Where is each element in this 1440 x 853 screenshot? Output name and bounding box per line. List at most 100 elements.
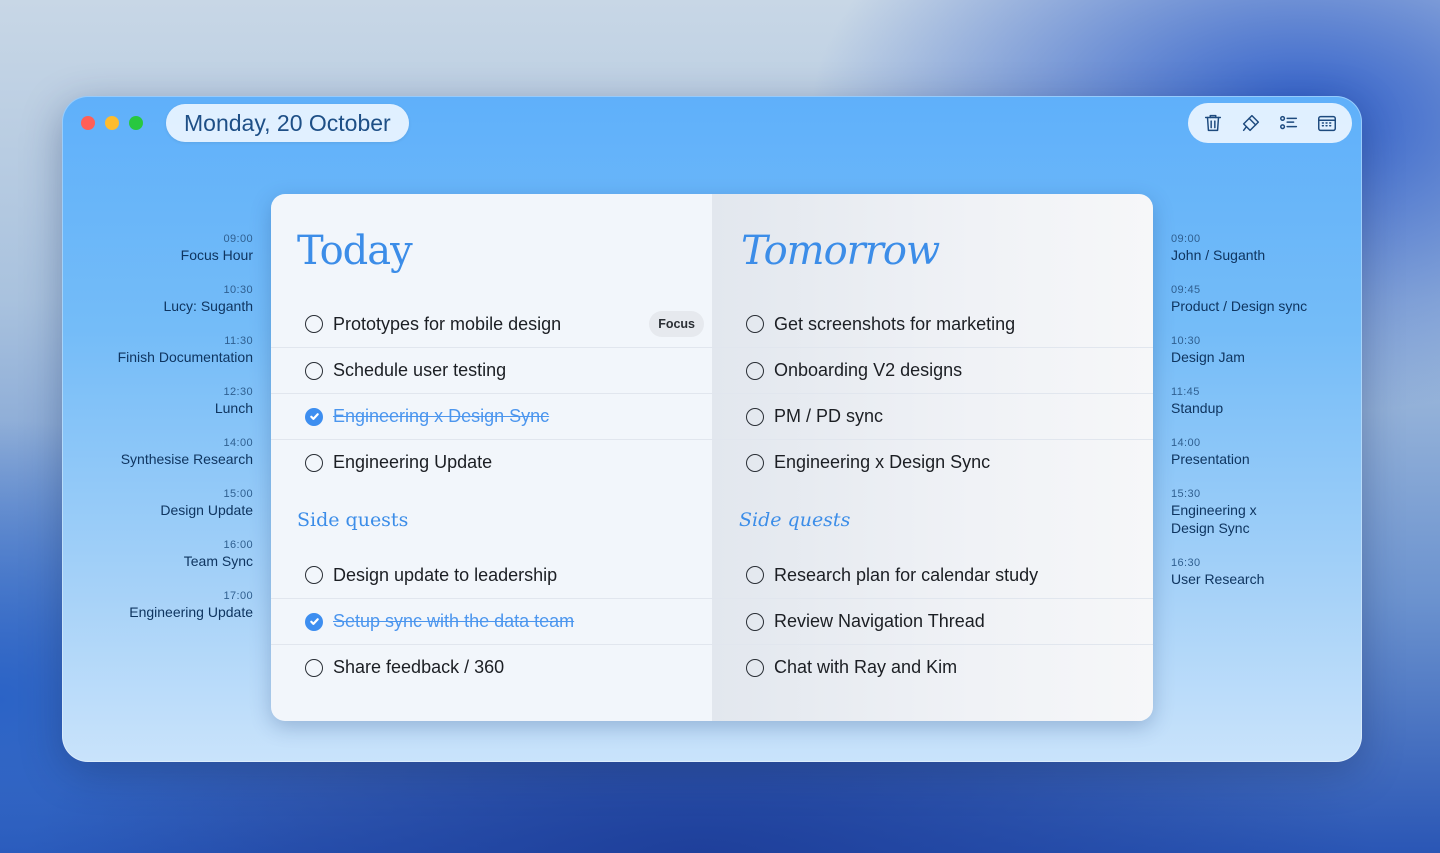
task-item[interactable]: Prototypes for mobile design Focus <box>271 301 712 347</box>
task-label: Chat with Ray and Kim <box>774 657 958 677</box>
task-item[interactable]: Engineering Update <box>271 439 712 485</box>
trash-button[interactable] <box>1199 109 1227 137</box>
schedule-name: Presentation <box>1171 451 1250 467</box>
schedule-name: Design Update <box>160 502 253 518</box>
task-item[interactable]: Setup sync with the data team <box>271 598 712 644</box>
task-label: Setup sync with the data team <box>333 611 575 631</box>
schedule-name: Product / Design sync <box>1171 298 1308 314</box>
schedule-item[interactable]: 12:30 Lunch <box>62 385 253 417</box>
task-item[interactable]: PM / PD sync <box>712 393 1153 439</box>
schedule-name-line2: Design Sync <box>1171 520 1250 536</box>
checkbox[interactable] <box>746 315 764 333</box>
today-task-list: Prototypes for mobile design Focus Sched… <box>271 301 712 485</box>
today-side-quests-heading: Side quests <box>297 509 409 531</box>
schedule-time: 14:00 <box>1171 437 1201 449</box>
task-item[interactable]: Schedule user testing <box>271 347 712 393</box>
task-item[interactable]: Research plan for calendar study <box>712 552 1153 598</box>
checkbox-checked[interactable] <box>305 407 323 426</box>
schedule-item[interactable]: 10:30 Design Jam <box>1171 334 1351 366</box>
task-label: Prototypes for mobile design <box>333 313 562 334</box>
task-item[interactable]: Engineering x Design Sync <box>271 393 712 439</box>
schedule-time: 09:00 <box>223 233 253 245</box>
schedule-name: Standup <box>1171 400 1224 416</box>
checkbox[interactable] <box>305 361 323 380</box>
schedule-name: User Research <box>1171 571 1265 587</box>
task-item[interactable]: Review Navigation Thread <box>712 598 1153 644</box>
window-controls <box>81 116 143 130</box>
schedule-item[interactable]: 17:00 Engineering Update <box>62 589 253 621</box>
task-label: Schedule user testing <box>333 360 507 380</box>
schedule-time: 09:45 <box>1171 284 1201 296</box>
calendar-icon <box>1318 115 1336 132</box>
tomorrow-task-list: Get screenshots for marketing Onboarding… <box>712 301 1153 485</box>
schedule-time: 10:30 <box>1171 335 1201 347</box>
schedule-time: 11:30 <box>224 335 253 347</box>
schedule-item[interactable]: 15:00 Design Update <box>62 487 253 519</box>
task-item[interactable]: Share feedback / 360 <box>271 644 712 690</box>
checkbox[interactable] <box>746 407 764 426</box>
minimize-button[interactable] <box>105 116 119 130</box>
task-label: Review Navigation Thread <box>774 611 985 631</box>
schedule-item[interactable]: 10:30 Lucy: Suganth <box>62 283 253 315</box>
checkbox[interactable] <box>746 658 764 677</box>
task-label: Research plan for calendar study <box>774 564 1039 585</box>
app-window: Monday, 20 October 09:00 Focus Hour 10:3… <box>62 96 1362 762</box>
schedule-item[interactable]: 09:45 Product / Design sync <box>1171 283 1351 315</box>
task-label: Engineering x Design Sync <box>333 406 550 426</box>
checkbox[interactable] <box>746 453 764 472</box>
schedule-item[interactable]: 14:00 Presentation <box>1171 436 1351 468</box>
toolbar <box>1188 103 1352 143</box>
schedule-time: 14:00 <box>223 437 253 449</box>
checkbox[interactable] <box>746 612 764 631</box>
schedule-name: Lunch <box>214 400 253 416</box>
checklist-button[interactable] <box>1275 109 1303 137</box>
schedule-time: 11:45 <box>1171 386 1200 398</box>
schedule-item[interactable]: 09:00 John / Suganth <box>1171 232 1351 264</box>
checkbox-checked[interactable] <box>305 612 323 631</box>
checkbox[interactable] <box>746 361 764 380</box>
hammer-icon <box>1242 114 1260 132</box>
schedule-item[interactable]: 15:30 Engineering x Design Sync <box>1171 487 1351 537</box>
task-label: PM / PD sync <box>774 406 884 426</box>
today-column: Today Prototypes for mobile design Focus… <box>271 194 712 721</box>
checkbox[interactable] <box>746 566 764 584</box>
schedule-name: Team Sync <box>183 553 253 569</box>
schedule-item[interactable]: 14:00 Synthesise Research <box>62 436 253 468</box>
schedule-time: 10:30 <box>223 284 253 296</box>
task-item[interactable]: Get screenshots for marketing <box>712 301 1153 347</box>
trash-icon <box>1204 114 1222 132</box>
calendar-button[interactable] <box>1313 109 1341 137</box>
tomorrow-heading: Tomorrow <box>741 228 940 274</box>
checkbox[interactable] <box>305 453 323 472</box>
schedule-time: 09:00 <box>1171 233 1201 245</box>
checkbox[interactable] <box>305 315 323 333</box>
task-label: Share feedback / 360 <box>333 657 505 677</box>
tomorrow-side-quests-heading: Side quests <box>739 509 851 531</box>
task-item[interactable]: Engineering x Design Sync <box>712 439 1153 485</box>
focus-badge[interactable]: Focus <box>649 311 704 337</box>
schedule-time: 12:30 <box>223 386 253 398</box>
schedule-name: Focus Hour <box>180 247 253 263</box>
schedule-name: Lucy: Suganth <box>163 298 253 314</box>
schedule-name: Synthesise Research <box>120 451 253 467</box>
checkbox[interactable] <box>305 566 323 584</box>
zoom-button[interactable] <box>129 116 143 130</box>
task-item[interactable]: Chat with Ray and Kim <box>712 644 1153 690</box>
task-item[interactable]: Design update to leadership <box>271 552 712 598</box>
task-label: Design update to leadership <box>333 564 558 585</box>
task-label: Get screenshots for marketing <box>774 313 1016 334</box>
schedule-name: John / Suganth <box>1171 247 1266 263</box>
checkbox[interactable] <box>305 658 323 677</box>
schedule-item[interactable]: 11:30 Finish Documentation <box>62 334 253 366</box>
schedule-item[interactable]: 11:45 Standup <box>1171 385 1351 417</box>
checkmark-icon <box>309 618 319 625</box>
schedule-time: 17:00 <box>223 590 253 602</box>
schedule-name: Engineering x <box>1171 502 1257 518</box>
date-title[interactable]: Monday, 20 October <box>166 104 409 142</box>
task-item[interactable]: Onboarding V2 designs <box>712 347 1153 393</box>
schedule-item[interactable]: 16:00 Team Sync <box>62 538 253 570</box>
schedule-item[interactable]: 09:00 Focus Hour <box>62 232 253 264</box>
hammer-button[interactable] <box>1237 109 1265 137</box>
schedule-item[interactable]: 16:30 User Research <box>1171 556 1351 588</box>
close-button[interactable] <box>81 116 95 130</box>
